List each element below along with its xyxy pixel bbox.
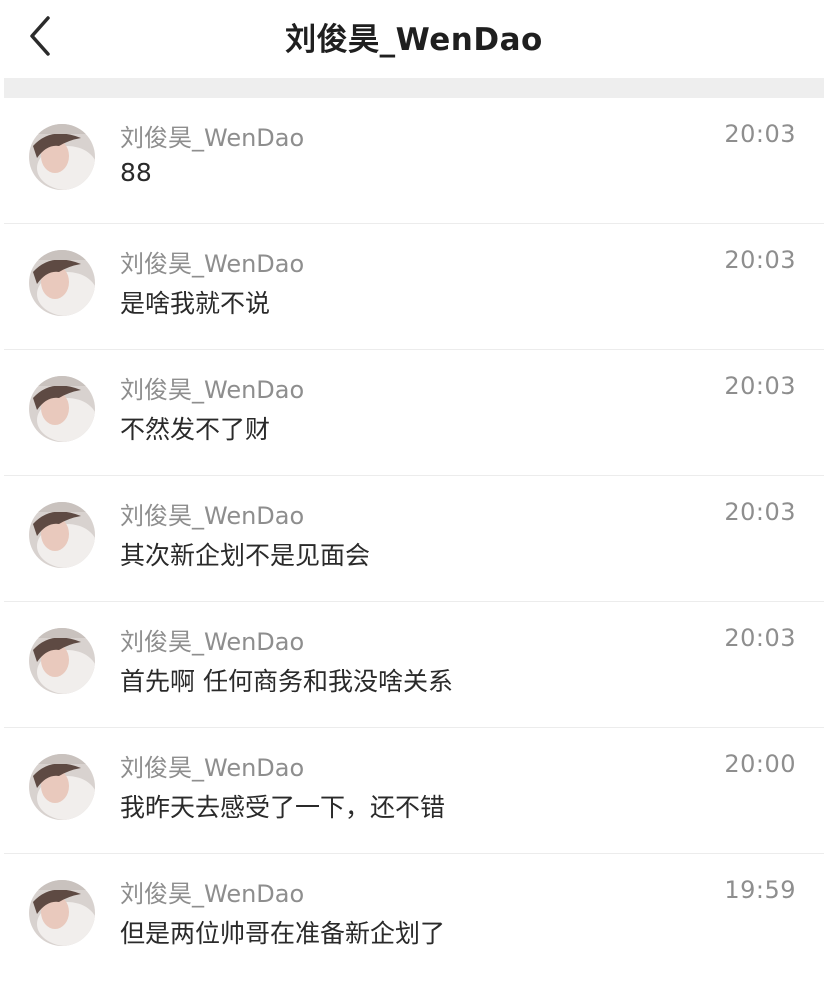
avatar[interactable] xyxy=(29,250,95,316)
avatar[interactable] xyxy=(29,124,95,190)
message-row[interactable]: 刘俊昊_WenDao 其次新企划不是见面会 20:03 xyxy=(4,476,824,602)
message-time: 20:03 xyxy=(724,498,796,526)
sender-name: 刘俊昊_WenDao xyxy=(120,124,305,152)
message-time: 20:03 xyxy=(724,624,796,652)
message-row[interactable]: 刘俊昊_WenDao 88 20:03 xyxy=(4,98,824,224)
message-time: 19:59 xyxy=(724,876,796,904)
message-preview: 首先啊 任何商务和我没啥关系 xyxy=(120,667,453,696)
message-row[interactable]: 刘俊昊_WenDao 不然发不了财 20:03 xyxy=(4,350,824,476)
message-time: 20:03 xyxy=(724,246,796,274)
message-preview: 88 xyxy=(120,158,152,187)
message-preview: 但是两位帅哥在准备新企划了 xyxy=(120,919,446,948)
message-row[interactable]: 刘俊昊_WenDao 但是两位帅哥在准备新企划了 19:59 xyxy=(4,854,824,980)
message-preview: 是啥我就不说 xyxy=(120,289,271,318)
message-preview: 其次新企划不是见面会 xyxy=(120,541,371,570)
avatar[interactable] xyxy=(29,754,95,820)
sender-name: 刘俊昊_WenDao xyxy=(120,754,305,782)
sender-name: 刘俊昊_WenDao xyxy=(120,250,305,278)
sender-name: 刘俊昊_WenDao xyxy=(120,376,305,404)
message-row[interactable]: 刘俊昊_WenDao 我昨天去感受了一下，还不错 20:00 xyxy=(4,728,824,854)
message-preview: 不然发不了财 xyxy=(120,415,271,444)
sender-name: 刘俊昊_WenDao xyxy=(120,880,305,908)
message-time: 20:03 xyxy=(724,372,796,400)
message-row[interactable]: 刘俊昊_WenDao 首先啊 任何商务和我没啥关系 20:03 xyxy=(4,602,824,728)
avatar[interactable] xyxy=(29,376,95,442)
page-title: 刘俊昊_WenDao xyxy=(285,22,543,58)
message-preview: 我昨天去感受了一下，还不错 xyxy=(120,793,446,822)
avatar[interactable] xyxy=(29,502,95,568)
sender-name: 刘俊昊_WenDao xyxy=(120,502,305,530)
top-nav-bar: 刘俊昊_WenDao xyxy=(0,0,828,78)
message-row[interactable]: 刘俊昊_WenDao 是啥我就不说 20:03 xyxy=(4,224,824,350)
avatar[interactable] xyxy=(29,628,95,694)
sender-name: 刘俊昊_WenDao xyxy=(120,628,305,656)
message-time: 20:03 xyxy=(724,120,796,148)
message-list: 刘俊昊_WenDao 88 20:03 刘俊昊_WenDao 是啥我就不说 20… xyxy=(4,98,824,980)
avatar[interactable] xyxy=(29,880,95,946)
section-divider-band xyxy=(4,78,824,98)
message-time: 20:00 xyxy=(724,750,796,778)
